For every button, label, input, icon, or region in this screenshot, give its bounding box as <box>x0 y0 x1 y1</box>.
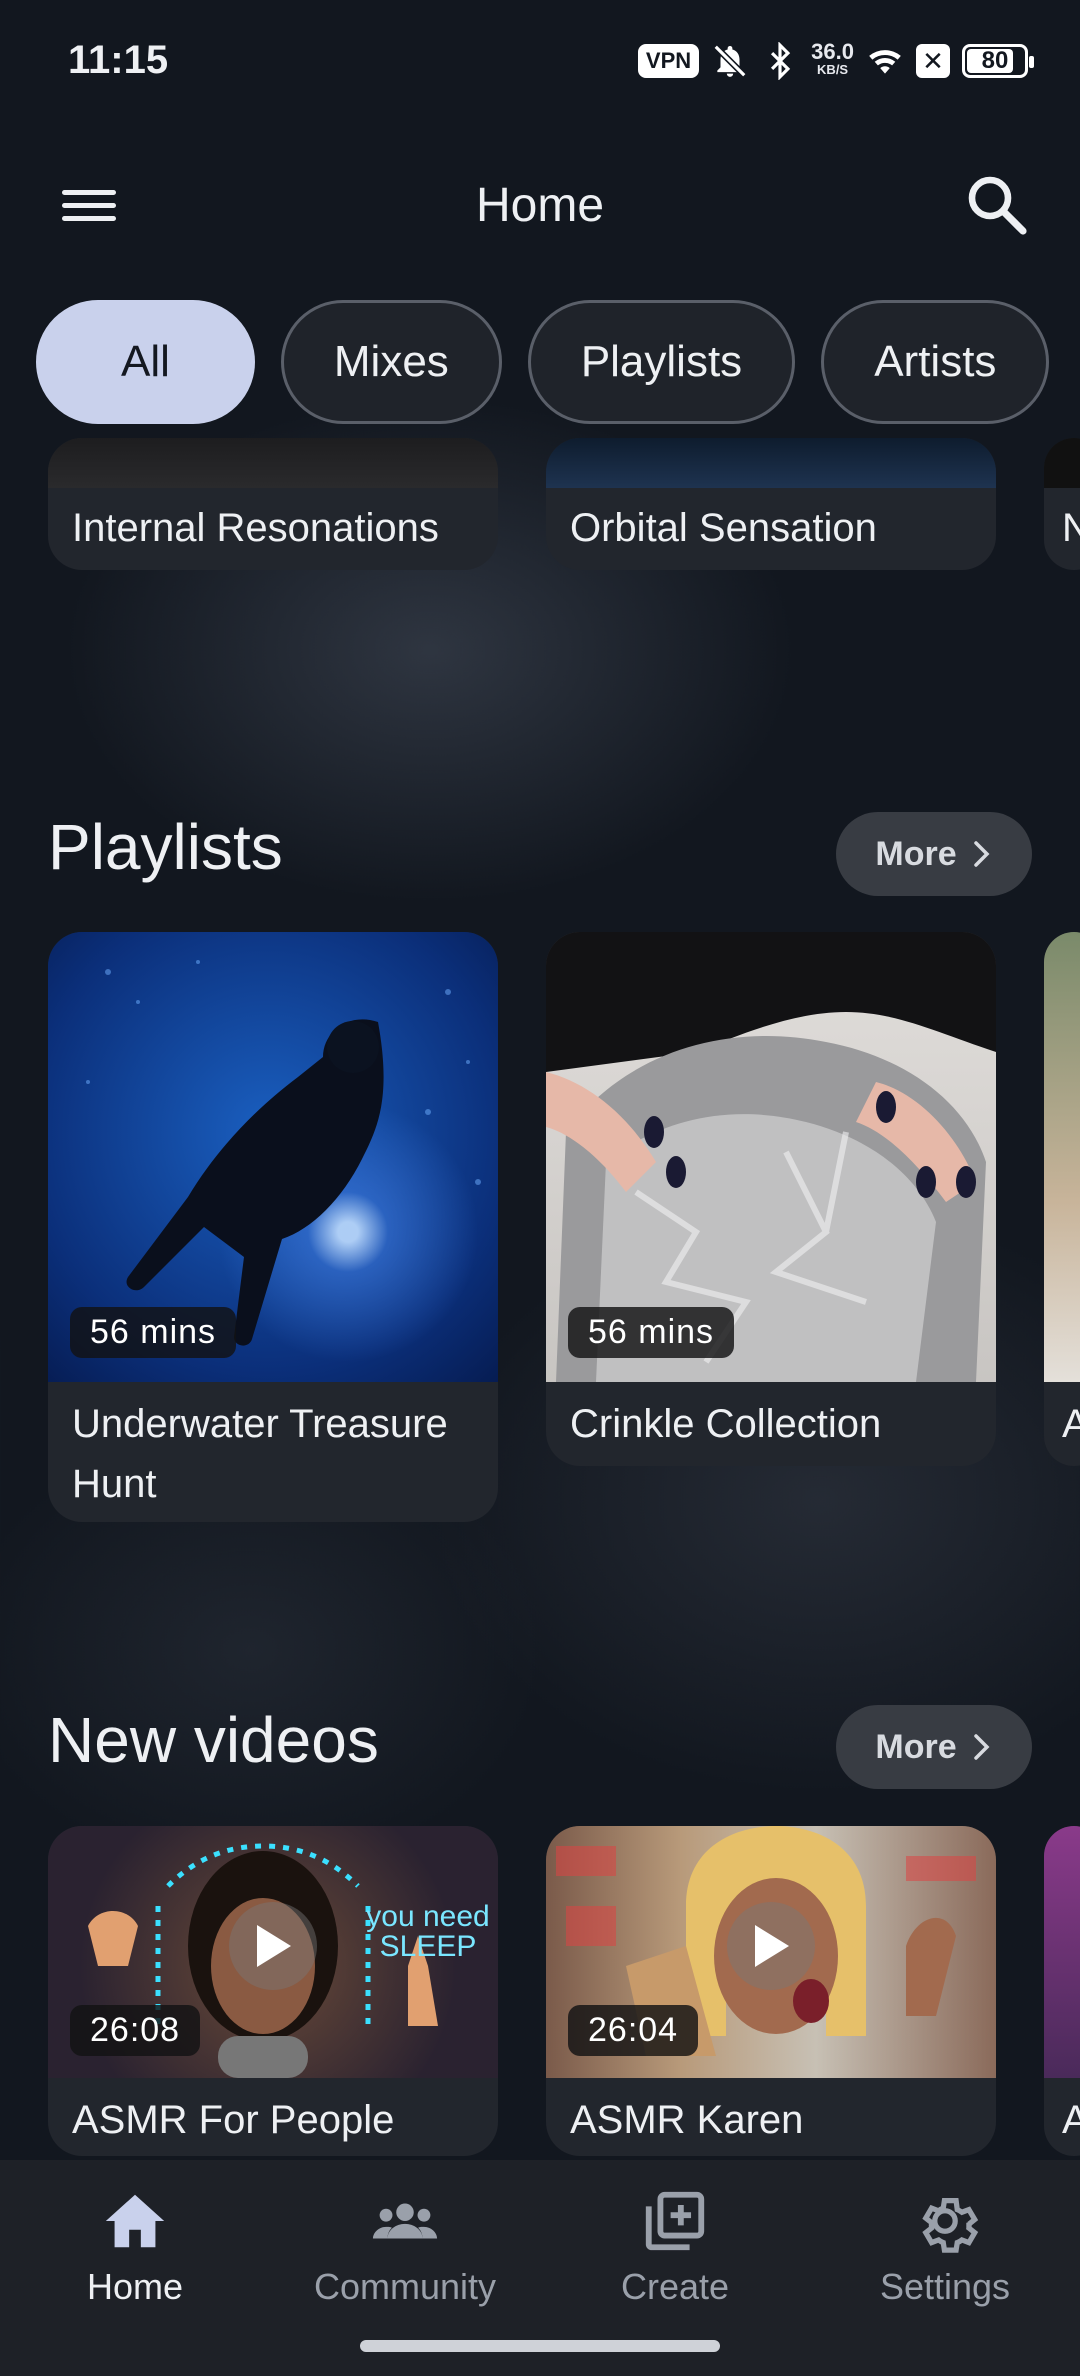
play-icon[interactable] <box>229 1902 317 1990</box>
card-title: ASMR Karen <box>570 2098 804 2142</box>
duration-badge: 56 mins <box>70 1307 237 1358</box>
nav-create[interactable]: Create <box>540 2186 810 2316</box>
nav-label: Create <box>620 2266 730 2307</box>
battery-icon: 80 <box>962 44 1034 78</box>
page-title: Home <box>475 179 605 232</box>
duration-badge: 56 mins <box>568 1307 735 1358</box>
playlists-more-button[interactable]: More <box>836 812 1032 896</box>
gear-icon <box>922 2197 979 2253</box>
add-box-icon <box>645 2191 705 2251</box>
vpn-icon: VPN <box>637 44 700 78</box>
video-thumbnail: you need SLEEP 26:08 <box>48 1826 498 2078</box>
nav-settings[interactable]: Settings <box>810 2186 1080 2316</box>
playlists-heading: Playlists <box>48 811 283 883</box>
card-title: Internal Resonations <box>72 506 439 550</box>
chevron-right-icon <box>973 1734 990 1760</box>
playlist-card[interactable]: 56 mins Underwater Treasure Hunt <box>48 932 498 1522</box>
new-videos-more-button[interactable]: More <box>836 1705 1032 1789</box>
notifications-off-icon <box>713 44 747 78</box>
playlist-thumbnail: 56 mins <box>546 932 996 1382</box>
playlist-card[interactable]: 56 mins Crinkle Collection <box>546 932 996 1466</box>
play-icon[interactable] <box>727 1902 815 1990</box>
nav-label: Settings <box>879 2266 1011 2307</box>
video-thumbnail <box>1044 1826 1080 2078</box>
playlist-card[interactable]: A <box>1044 932 1080 1466</box>
card-title: A <box>1062 2098 1080 2142</box>
top-app-bar: Home <box>0 150 1080 260</box>
mix-card[interactable]: Internal Resonations <box>48 438 498 570</box>
card-title: Orbital Sensation <box>570 506 877 550</box>
chip-playlists[interactable]: Playlists <box>527 300 796 424</box>
mixes-row: Internal Resonations Orbital Sensation N <box>48 438 1080 570</box>
search-icon[interactable] <box>960 168 1032 240</box>
network-speed: 36.0 KB/S <box>811 39 854 78</box>
status-bar: 11:15 VPN 36.0 KB/S ✕ 80 <box>0 0 1080 130</box>
status-icons: VPN 36.0 KB/S ✕ 80 <box>637 39 1034 80</box>
card-title: A <box>1062 1402 1080 1446</box>
thumbnail-text-line1: you need <box>366 1900 489 1933</box>
nav-home[interactable]: Home <box>0 2186 270 2316</box>
card-title: ASMR For People <box>72 2098 395 2142</box>
chip-all[interactable]: All <box>36 300 255 424</box>
close-box-icon: ✕ <box>916 44 950 78</box>
video-card[interactable]: 26:04 ASMR Karen <box>546 1826 996 2156</box>
new-videos-row: you need SLEEP 26:08 ASMR For People 26:… <box>48 1826 1080 2156</box>
chip-artists[interactable]: Artists <box>821 300 1050 424</box>
video-thumbnail: 26:04 <box>546 1826 996 2078</box>
bluetooth-icon <box>771 42 791 80</box>
playlists-row: 56 mins Underwater Treasure Hunt 56 mins… <box>48 932 1080 1522</box>
filter-chips: All Mixes Playlists Artists <box>36 300 1080 426</box>
duration-badge: 26:04 <box>568 2005 699 2056</box>
battery-level: 80 <box>981 47 1009 74</box>
playlist-thumbnail <box>1044 932 1080 1382</box>
status-time: 11:15 <box>68 38 169 82</box>
home-icon <box>105 2194 165 2248</box>
wifi-icon <box>869 50 901 74</box>
thumbnail-text-line2: SLEEP <box>380 1930 477 1963</box>
card-title: Crinkle Collection <box>570 1402 882 1446</box>
gesture-bar[interactable] <box>360 2340 720 2352</box>
nav-label: Home <box>86 2266 184 2307</box>
nav-community[interactable]: Community <box>270 2186 540 2316</box>
nav-label: Community <box>313 2266 497 2307</box>
mix-card[interactable]: N <box>1044 438 1080 570</box>
new-videos-heading: New videos <box>48 1704 379 1776</box>
duration-badge: 26:08 <box>70 2005 201 2056</box>
chip-mixes[interactable]: Mixes <box>280 300 502 424</box>
card-title: N <box>1062 506 1080 550</box>
playlist-thumbnail: 56 mins <box>48 932 498 1382</box>
chevron-right-icon <box>973 841 990 867</box>
video-card[interactable]: you need SLEEP 26:08 ASMR For People <box>48 1826 498 2156</box>
video-card[interactable]: A <box>1044 1826 1080 2156</box>
mix-card[interactable]: Orbital Sensation <box>546 438 996 570</box>
community-icon <box>372 2203 438 2239</box>
card-title: Underwater Treasure Hunt <box>72 1402 448 1506</box>
